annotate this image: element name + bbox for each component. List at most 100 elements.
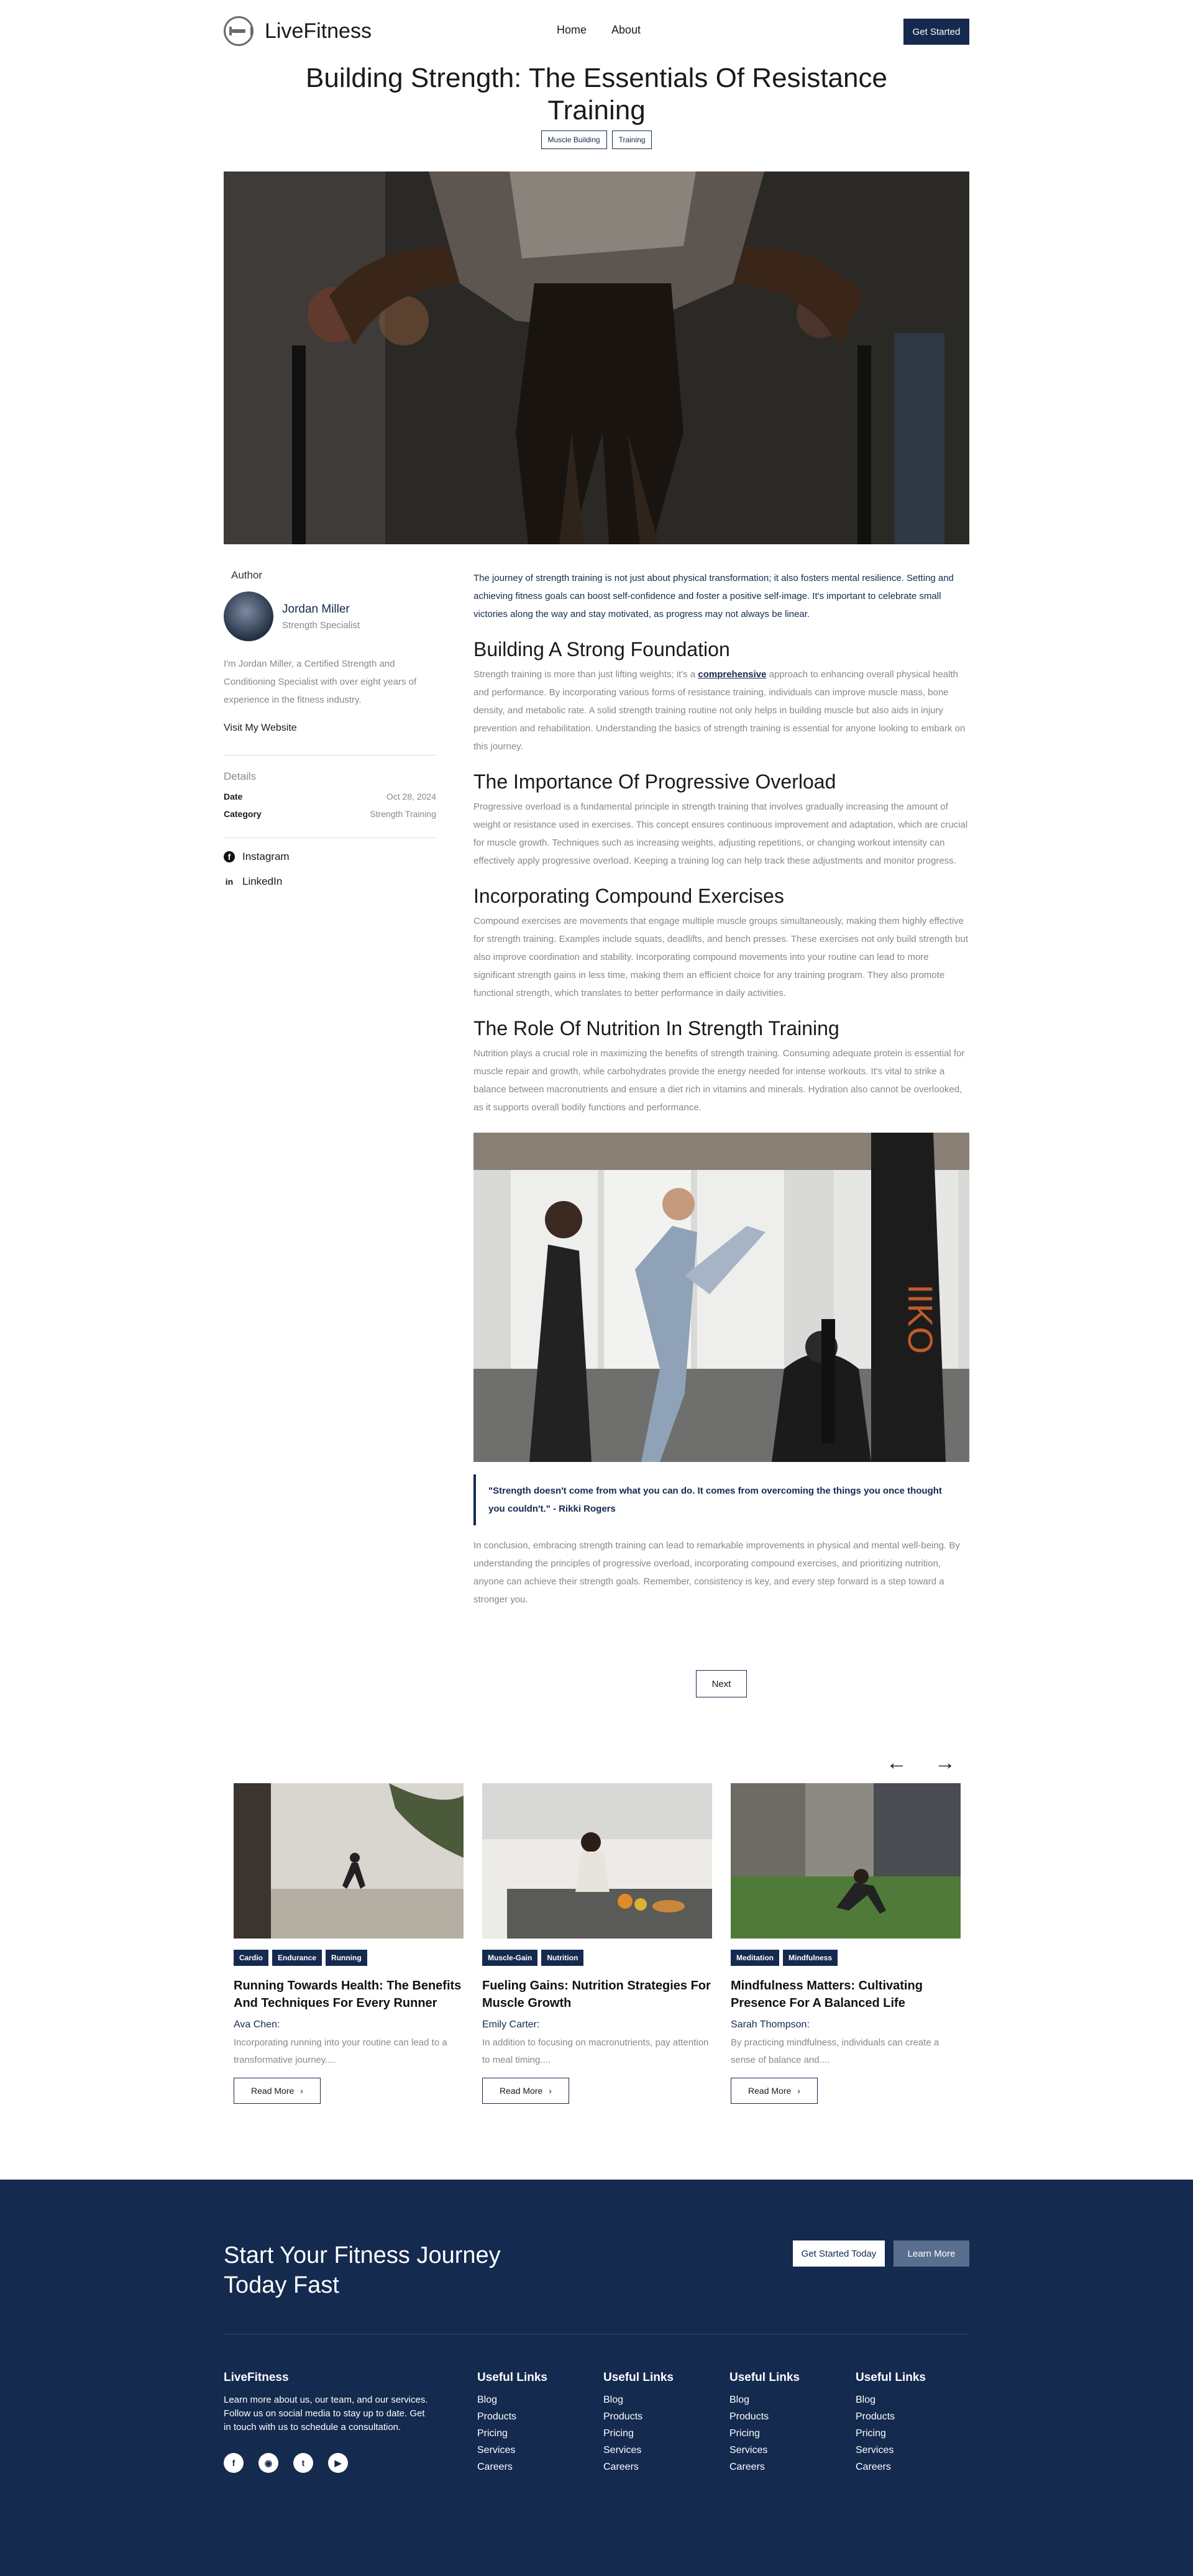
footer-link-products[interactable]: Products [477, 2411, 589, 2423]
footer-link-products[interactable]: Products [729, 2411, 841, 2423]
avatar [224, 591, 273, 641]
card-title[interactable]: Mindfulness Matters: Cultivating Presenc… [731, 1977, 961, 2012]
footer-link-blog[interactable]: Blog [729, 2395, 841, 2406]
logo[interactable]: LiveFitness [224, 16, 372, 46]
read-more-button[interactable]: Read More › [482, 2078, 569, 2104]
footer-link-pricing[interactable]: Pricing [729, 2428, 841, 2439]
footer-about: Learn more about us, our team, and our s… [224, 2395, 428, 2432]
logo-text: LiveFitness [265, 19, 372, 43]
twitter-icon[interactable]: t [293, 2453, 313, 2473]
card-image [482, 1783, 712, 1939]
arrow-right-icon[interactable]: → [935, 1751, 956, 1775]
footer-link-pricing[interactable]: Pricing [603, 2428, 715, 2439]
footer-link-services[interactable]: Services [729, 2445, 841, 2456]
card-title[interactable]: Fueling Gains: Nutrition Strategies For … [482, 1977, 712, 2012]
get-started-button[interactable]: Get Started [903, 19, 969, 45]
details-label: Details [224, 770, 256, 782]
card-tag[interactable]: Mindfulness [783, 1950, 838, 1966]
card-tag[interactable]: Muscle-Gain [482, 1950, 538, 1966]
date-row: Date Oct 28, 2024 [224, 792, 436, 802]
instagram-icon[interactable]: ◉ [258, 2453, 278, 2473]
punching-bag-brand: IIKO [901, 1284, 940, 1354]
linkedin-icon: in [225, 877, 234, 887]
footer-link-blog[interactable]: Blog [477, 2395, 589, 2406]
section-heading: The Role Of Nutrition In Strength Traini… [473, 1017, 839, 1039]
chevron-right-icon: › [300, 2086, 303, 2096]
hero-image [224, 171, 969, 544]
section-heading: The Importance Of Progressive Overload [473, 770, 836, 793]
chevron-right-icon: › [797, 2086, 800, 2096]
comprehensive-link[interactable]: comprehensive [698, 669, 766, 680]
footer-link-careers[interactable]: Careers [477, 2462, 589, 2473]
arrow-left-icon[interactable]: ← [886, 1751, 907, 1775]
article-body: The journey of strength training is not … [473, 569, 969, 1609]
card-excerpt: By practicing mindfulness, individuals c… [731, 2037, 939, 2065]
tag-muscle-building[interactable]: Muscle Building [541, 130, 607, 149]
footer-column-title: Useful Links [477, 2371, 547, 2384]
footer-links-column: Useful Links Blog Products Pricing Servi… [856, 2371, 967, 2473]
social-linkedin[interactable]: in LinkedIn [224, 875, 436, 888]
tag-training[interactable]: Training [611, 130, 652, 149]
get-started-today-button[interactable]: Get Started Today [793, 2240, 885, 2267]
footer-link-services[interactable]: Services [477, 2445, 589, 2456]
footer-column-title: Useful Links [729, 2371, 800, 2384]
section-paragraph: Strength training is more than just lift… [473, 669, 966, 752]
footer-link-careers[interactable]: Careers [603, 2462, 715, 2473]
section-heading: Incorporating Compound Exercises [473, 885, 784, 907]
nav-home[interactable]: Home [557, 24, 587, 37]
card-title[interactable]: Running Towards Health: The Benefits And… [234, 1977, 464, 2012]
card-tag[interactable]: Cardio [234, 1950, 269, 1966]
card-tag[interactable]: Meditation [731, 1950, 779, 1966]
card-excerpt: Incorporating running into your routine … [234, 2037, 447, 2065]
youtube-icon[interactable]: ▶ [328, 2453, 348, 2473]
footer-link-pricing[interactable]: Pricing [477, 2428, 589, 2439]
footer-link-blog[interactable]: Blog [603, 2395, 715, 2406]
intro-paragraph: The journey of strength training is not … [473, 573, 954, 619]
post-card[interactable]: Cardio Endurance Running Running Towards… [234, 1783, 464, 2104]
footer-link-products[interactable]: Products [856, 2411, 967, 2423]
nav-about[interactable]: About [611, 24, 641, 37]
author-bio: I'm Jordan Miller, a Certified Strength … [224, 659, 417, 705]
card-excerpt: In addition to focusing on macronutrient… [482, 2037, 709, 2065]
read-more-button[interactable]: Read More › [731, 2078, 818, 2104]
section-paragraph: Compound exercises are movements that en… [473, 916, 969, 998]
post-card[interactable]: Meditation Mindfulness Mindfulness Matte… [731, 1783, 961, 2104]
author-card: Jordan Miller Strength Specialist [224, 591, 436, 641]
footer-links-column: Useful Links Blog Products Pricing Servi… [477, 2371, 589, 2473]
read-more-button[interactable]: Read More › [234, 2078, 321, 2104]
card-tags: Muscle-Gain Nutrition [482, 1950, 712, 1966]
footer-link-products[interactable]: Products [603, 2411, 715, 2423]
training-image: IIKO [473, 1133, 969, 1462]
card-tag[interactable]: Running [326, 1950, 367, 1966]
footer-link-services[interactable]: Services [856, 2445, 967, 2456]
learn-more-button[interactable]: Learn More [894, 2240, 969, 2267]
site-footer: Start Your Fitness Journey Today Fast Ge… [0, 2180, 1193, 2576]
article-tags: Muscle Building Training [0, 130, 1193, 149]
post-card[interactable]: Muscle-Gain Nutrition Fueling Gains: Nut… [482, 1783, 712, 2104]
pull-quote: "Strength doesn't come from what you can… [473, 1474, 969, 1525]
chevron-right-icon: › [549, 2086, 552, 2096]
author-name[interactable]: Jordan Miller [282, 603, 360, 616]
footer-link-pricing[interactable]: Pricing [856, 2428, 967, 2439]
next-button[interactable]: Next [696, 1670, 747, 1697]
card-image [731, 1783, 961, 1939]
author-role: Strength Specialist [282, 619, 360, 631]
card-tags: Meditation Mindfulness [731, 1950, 961, 1966]
footer-link-careers[interactable]: Careers [729, 2462, 841, 2473]
footer-link-services[interactable]: Services [603, 2445, 715, 2456]
footer-brand: LiveFitness Learn more about us, our tea… [224, 2371, 429, 2473]
visit-website-link[interactable]: Visit My Website [224, 723, 436, 734]
divider [224, 755, 436, 756]
card-tag[interactable]: Endurance [272, 1950, 322, 1966]
card-tag[interactable]: Nutrition [541, 1950, 584, 1966]
footer-link-blog[interactable]: Blog [856, 2395, 967, 2406]
dumbbell-logo-icon [224, 16, 254, 46]
category-value: Strength Training [370, 809, 436, 819]
footer-link-careers[interactable]: Careers [856, 2462, 967, 2473]
footer-links-column: Useful Links Blog Products Pricing Servi… [729, 2371, 841, 2473]
social-instagram[interactable]: f Instagram [224, 851, 436, 863]
card-image [234, 1783, 464, 1939]
facebook-icon: f [224, 851, 235, 862]
related-posts: Cardio Endurance Running Running Towards… [234, 1783, 961, 2104]
facebook-icon[interactable]: f [224, 2453, 244, 2473]
